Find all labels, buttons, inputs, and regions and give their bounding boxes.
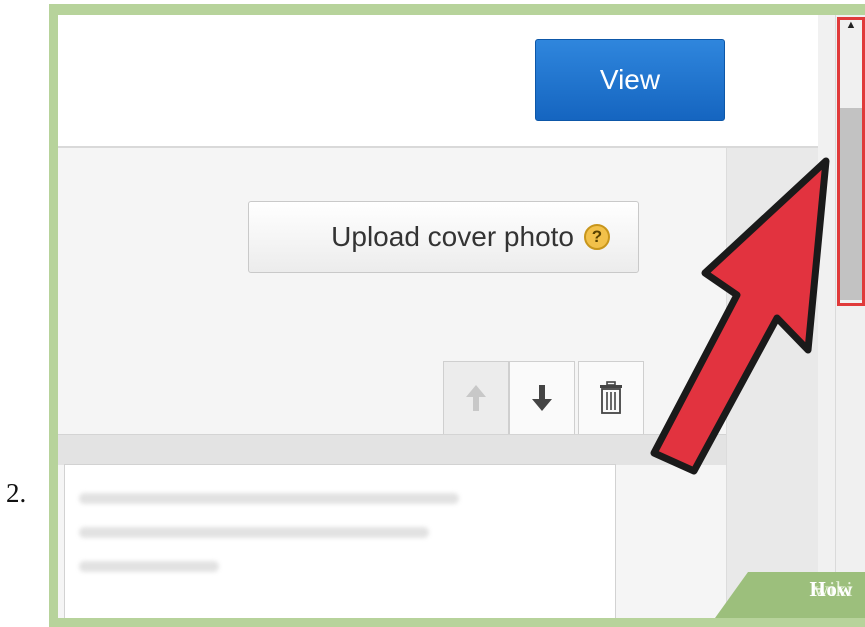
upload-cover-photo-button[interactable]: Upload cover photo ? — [248, 201, 639, 273]
move-up-button[interactable] — [443, 361, 509, 435]
app-screen: View Upload cover photo ? ▲ wiki How — [58, 15, 865, 618]
upload-cover-photo-label: Upload cover photo — [331, 221, 574, 252]
top-bar: View — [58, 15, 818, 148]
arrow-up-icon — [466, 385, 486, 411]
screenshot-frame: View Upload cover photo ? ▲ wiki How — [49, 4, 865, 627]
move-down-button[interactable] — [509, 361, 575, 435]
arrow-down-icon — [532, 385, 552, 411]
blurred-text-line — [79, 493, 459, 504]
view-button[interactable]: View — [535, 39, 725, 121]
blurred-text-line — [79, 561, 219, 572]
blurred-text-line — [79, 527, 429, 538]
pointer-arrow-icon — [650, 157, 830, 475]
watermark-how: How — [809, 577, 853, 601]
description-textbox[interactable] — [64, 464, 616, 618]
step-number: 2. — [6, 478, 27, 508]
